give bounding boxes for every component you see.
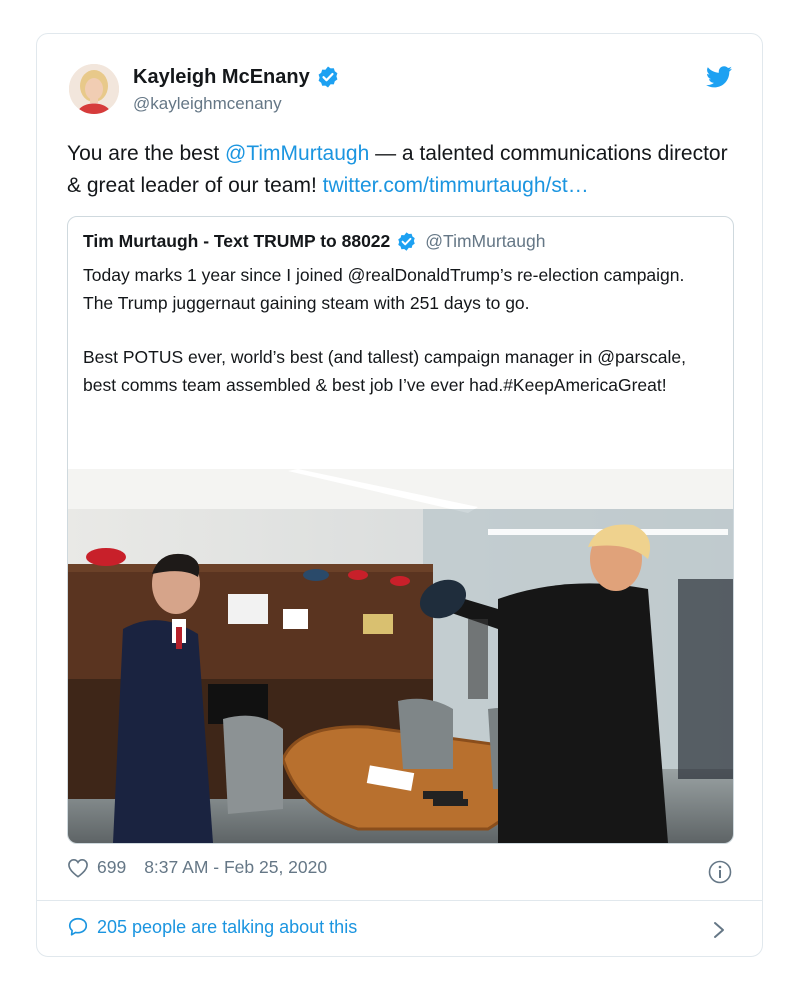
office-photo-image[interactable]	[68, 469, 733, 843]
speech-bubble-icon	[68, 917, 88, 936]
quoted-tweet-header: Tim Murtaugh - Text TRUMP to 88022 @TimM…	[83, 231, 545, 252]
footer-divider	[37, 900, 762, 901]
author-avatar[interactable]	[69, 64, 119, 114]
tweet-timestamp[interactable]: 8:37 AM - Feb 25, 2020	[144, 857, 327, 878]
quoted-author-name[interactable]: Tim Murtaugh - Text TRUMP to 88022	[83, 231, 390, 252]
heart-icon[interactable]	[67, 858, 89, 878]
quoted-paragraph-1: Today marks 1 year since I joined @realD…	[83, 265, 685, 313]
verified-badge-icon	[398, 232, 416, 251]
quoted-tweet[interactable]: Tim Murtaugh - Text TRUMP to 88022 @TimM…	[67, 216, 734, 844]
twitter-bird-icon[interactable]	[706, 66, 732, 88]
tweet-url-link[interactable]: twitter.com/timmurtaugh/st…	[323, 174, 589, 197]
tweet-meta-row: 699 8:37 AM - Feb 25, 2020	[67, 857, 327, 878]
info-icon[interactable]	[708, 860, 732, 884]
quoted-author-handle[interactable]: @TimMurtaugh	[425, 231, 545, 252]
conversation-link[interactable]: 205 people are talking about this	[67, 916, 357, 938]
conversation-label[interactable]: 205 people are talking about this	[97, 917, 357, 938]
author-name-row[interactable]: Kayleigh McEnany	[133, 65, 340, 89]
tweet-text-start: You are the best	[67, 142, 226, 165]
embedded-tweet-card: Kayleigh McEnany @kayleighmcenany You ar…	[36, 33, 763, 957]
tweet-text: You are the best @TimMurtaugh — a talent…	[67, 138, 737, 202]
quoted-tweet-text: Today marks 1 year since I joined @realD…	[83, 262, 713, 399]
chevron-right-icon[interactable]	[712, 920, 726, 940]
quoted-paragraph-2: Best POTUS ever, world’s best (and talle…	[83, 347, 686, 395]
author-name[interactable]: Kayleigh McEnany	[133, 66, 310, 89]
author-handle[interactable]: @kayleighmcenany	[133, 94, 282, 114]
like-count[interactable]: 699	[97, 857, 126, 878]
verified-badge-icon	[318, 66, 338, 88]
mention-link[interactable]: @TimMurtaugh	[225, 142, 369, 165]
